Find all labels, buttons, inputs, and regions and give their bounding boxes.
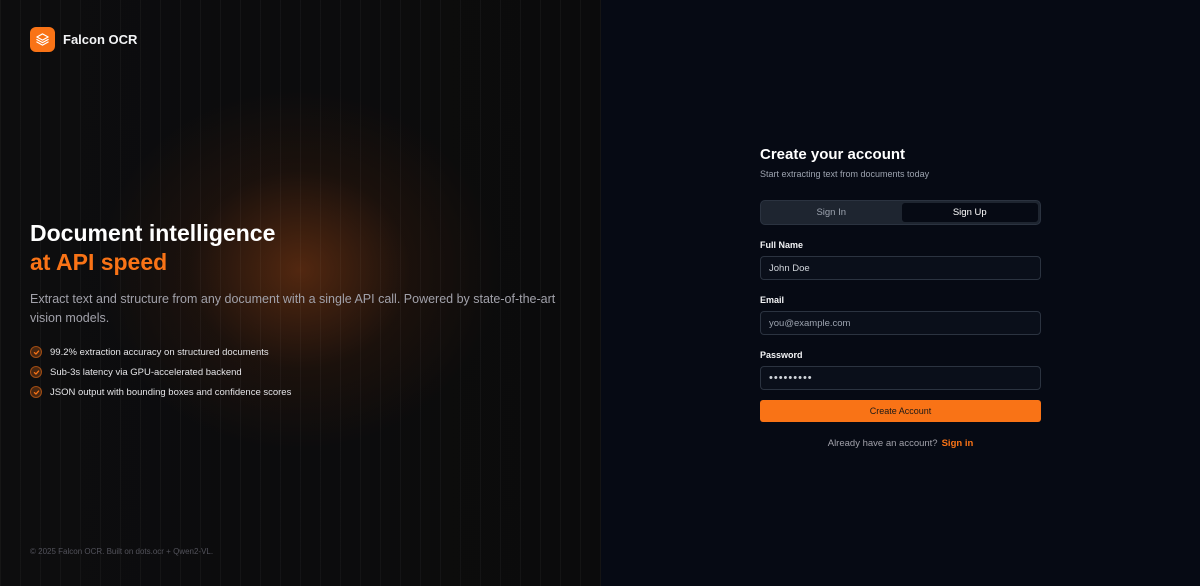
tab-sign-in[interactable]: Sign In xyxy=(763,203,900,222)
sign-in-link[interactable]: Sign in xyxy=(942,438,974,449)
form-title: Create your account xyxy=(760,146,906,163)
password-input[interactable]: ••••••••• xyxy=(760,366,1041,390)
full-name-input[interactable]: John Doe xyxy=(760,256,1041,280)
hero-title-accent: at API speed xyxy=(30,249,168,275)
feature-text: 99.2% extraction accuracy on structured … xyxy=(50,346,269,358)
email-input[interactable]: you@example.com xyxy=(760,311,1041,335)
sign-in-prompt: Already have an account? Sign in xyxy=(760,438,1041,449)
signup-form: Create your account Start extracting tex… xyxy=(760,146,1041,449)
create-account-button[interactable]: Create Account xyxy=(760,400,1041,422)
brand-name: Falcon OCR xyxy=(63,32,138,47)
feature-item: JSON output with bounding boxes and conf… xyxy=(30,382,570,402)
check-icon xyxy=(30,366,42,378)
password-label: Password xyxy=(760,350,803,360)
form-subtitle: Start extracting text from documents tod… xyxy=(760,169,930,179)
check-icon xyxy=(30,386,42,398)
hero-content: Document intelligence at API speed Extra… xyxy=(30,219,570,402)
feature-text: Sub-3s latency via GPU-accelerated backe… xyxy=(50,366,242,378)
sign-in-prompt-text: Already have an account? xyxy=(827,438,938,449)
layers-icon xyxy=(30,27,55,52)
tab-sign-up[interactable]: Sign Up xyxy=(901,203,1038,222)
check-icon xyxy=(30,346,42,358)
feature-text: JSON output with bounding boxes and conf… xyxy=(50,386,292,398)
feature-item: Sub-3s latency via GPU-accelerated backe… xyxy=(30,362,570,382)
full-name-label: Full Name xyxy=(760,240,804,250)
feature-item: 99.2% extraction accuracy on structured … xyxy=(30,342,570,362)
hero-title: Document intelligence xyxy=(30,220,276,246)
auth-tabs: Sign In Sign Up xyxy=(760,200,1041,225)
feature-list: 99.2% extraction accuracy on structured … xyxy=(30,342,570,402)
email-label: Email xyxy=(760,295,785,305)
footer-copyright: © 2025 Falcon OCR. Built on dots.ocr + Q… xyxy=(30,547,214,556)
hero-panel: Falcon OCR Document intelligence at API … xyxy=(0,0,601,586)
brand[interactable]: Falcon OCR xyxy=(30,27,137,52)
hero-description: Extract text and structure from any docu… xyxy=(30,292,556,325)
